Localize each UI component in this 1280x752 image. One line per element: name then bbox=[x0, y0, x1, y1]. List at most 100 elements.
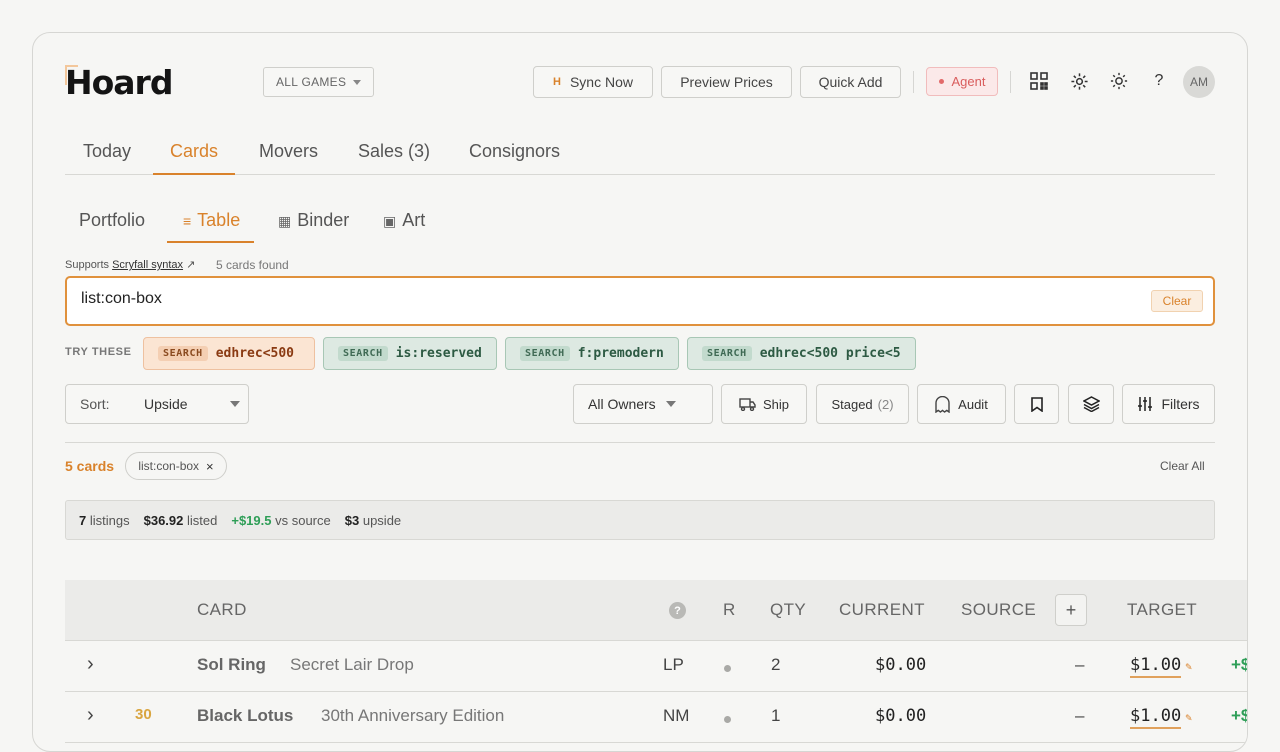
sliders-icon bbox=[1138, 397, 1153, 411]
search-tag: SEARCH bbox=[520, 346, 570, 361]
ghost-icon bbox=[935, 395, 950, 413]
stats-bar: 7 listings $36.92 listed +$19.5 vs sourc… bbox=[65, 500, 1215, 540]
results-found: 5 cards found bbox=[216, 258, 289, 272]
layers-icon bbox=[1082, 396, 1100, 412]
edit-icon: ✎ bbox=[1185, 660, 1192, 673]
card-set: 30th Anniversary Edition bbox=[321, 706, 505, 725]
divider bbox=[913, 71, 914, 93]
search-tag: SEARCH bbox=[702, 346, 752, 361]
expand-chevron-icon[interactable]: › bbox=[87, 653, 94, 676]
grid-icon: ▦ bbox=[278, 213, 292, 229]
sort-select[interactable]: Sort: Upside bbox=[65, 384, 249, 424]
chevron-down-icon bbox=[353, 79, 362, 85]
tab-today[interactable]: Today bbox=[83, 141, 131, 173]
subtab-table[interactable]: ≡ Table bbox=[167, 210, 255, 243]
table-row[interactable]: › 30 Black Lotus 30th Anniversary Editio… bbox=[65, 692, 1247, 743]
main-tabs: Today Cards Movers Sales (3) Consignors bbox=[65, 133, 1215, 175]
divider bbox=[65, 442, 1215, 443]
card-target-price[interactable]: $1.00 ✎ bbox=[1130, 706, 1192, 729]
subtab-portfolio[interactable]: Portfolio bbox=[79, 210, 145, 241]
card-qty[interactable]: 2 bbox=[771, 655, 780, 675]
card-source-price: – bbox=[1075, 655, 1085, 674]
column-target[interactable]: TARGET bbox=[1127, 600, 1197, 620]
chevron-down-icon bbox=[230, 401, 240, 407]
suggestion-chip[interactable]: SEARCH f:premodern bbox=[505, 337, 679, 370]
search-tag: SEARCH bbox=[338, 346, 388, 361]
tab-consignors[interactable]: Consignors bbox=[469, 141, 560, 173]
app-window: Hoard ALL GAMES H Sync Now Preview Price… bbox=[32, 32, 1248, 752]
suggestion-chip[interactable]: SEARCH is:reserved bbox=[323, 337, 497, 370]
card-gain: +$ bbox=[1231, 655, 1247, 674]
game-select[interactable]: ALL GAMES bbox=[263, 67, 374, 97]
table-row[interactable]: › Sol Ring Secret Lair Drop LP 2 $0.00 –… bbox=[65, 641, 1247, 692]
card-qty[interactable]: 1 bbox=[771, 706, 780, 726]
column-current[interactable]: CURRENT bbox=[839, 600, 925, 620]
rarity-dot-icon bbox=[724, 665, 731, 672]
card-condition: LP bbox=[663, 655, 684, 674]
avatar[interactable]: AM bbox=[1183, 66, 1215, 98]
staged-count: (2) bbox=[877, 396, 894, 412]
clear-all-link[interactable]: Clear All bbox=[1160, 459, 1205, 473]
filter-pill[interactable]: list:con-box × bbox=[125, 452, 227, 480]
chevron-down-icon bbox=[665, 401, 676, 407]
list-icon: ≡ bbox=[183, 213, 192, 229]
card-current-price: $0.00 bbox=[875, 706, 927, 726]
suggestion-chip[interactable]: SEARCH edhrec<500 bbox=[143, 337, 315, 370]
sync-now-button[interactable]: H Sync Now bbox=[533, 66, 653, 98]
column-rarity[interactable]: R bbox=[723, 600, 736, 620]
app-logo[interactable]: Hoard bbox=[65, 63, 173, 102]
divider bbox=[1010, 71, 1011, 93]
expand-chevron-icon[interactable]: › bbox=[87, 704, 94, 727]
search-hint: Supports Scryfall syntax ↗ bbox=[65, 259, 196, 271]
staged-button[interactable]: Staged (2) bbox=[816, 384, 909, 424]
table-header: CARD ? R QTY CURRENT SOURCE + TARGET bbox=[65, 580, 1247, 641]
bookmark-button[interactable] bbox=[1014, 384, 1059, 424]
tab-sales[interactable]: Sales (3) bbox=[358, 141, 430, 173]
subtab-art[interactable]: ▣ Art bbox=[383, 210, 425, 241]
ship-button[interactable]: Ship bbox=[721, 384, 807, 424]
suggestion-chip[interactable]: SEARCH edhrec<500 price<5 bbox=[687, 337, 916, 370]
column-source[interactable]: SOURCE bbox=[961, 600, 1036, 620]
card-set: Secret Lair Drop bbox=[290, 655, 414, 674]
suggestions-label: TRY THESE bbox=[65, 346, 132, 358]
tab-cards[interactable]: Cards bbox=[153, 141, 236, 175]
search-tag: SEARCH bbox=[158, 346, 208, 361]
close-icon[interactable]: × bbox=[206, 459, 214, 474]
card-condition: NM bbox=[663, 706, 690, 725]
audit-button[interactable]: Audit bbox=[917, 384, 1006, 424]
hoard-icon: H bbox=[553, 76, 561, 88]
card-current-price: $0.00 bbox=[875, 655, 927, 675]
quick-add-button[interactable]: Quick Add bbox=[800, 66, 901, 98]
subtab-binder[interactable]: ▦ Binder bbox=[278, 210, 349, 241]
external-link-icon: ↗ bbox=[186, 259, 196, 271]
preview-prices-button[interactable]: Preview Prices bbox=[661, 66, 792, 98]
search-box: Clear bbox=[65, 276, 1215, 326]
bookmark-icon bbox=[1030, 396, 1043, 412]
status-dot-icon bbox=[938, 79, 944, 84]
anniversary-badge-icon: 30 bbox=[135, 706, 152, 723]
clear-search-button[interactable]: Clear bbox=[1151, 290, 1203, 312]
add-column-button[interactable]: + bbox=[1055, 594, 1087, 626]
card-name[interactable]: Sol Ring bbox=[197, 655, 266, 675]
search-input[interactable] bbox=[81, 290, 1081, 308]
tab-movers[interactable]: Movers bbox=[259, 141, 318, 173]
help-icon[interactable]: ? bbox=[669, 602, 686, 619]
column-qty[interactable]: QTY bbox=[770, 600, 806, 620]
image-icon: ▣ bbox=[383, 213, 397, 229]
gear-icon[interactable] bbox=[1067, 69, 1091, 93]
sun-icon[interactable] bbox=[1107, 69, 1131, 93]
agent-button[interactable]: Agent bbox=[926, 67, 998, 96]
card-target-price[interactable]: $1.00 ✎ bbox=[1130, 655, 1192, 678]
qr-code-icon[interactable] bbox=[1027, 69, 1051, 93]
help-icon[interactable]: ? bbox=[1147, 69, 1171, 93]
card-name[interactable]: Black Lotus bbox=[197, 706, 293, 726]
owners-select[interactable]: All Owners bbox=[573, 384, 713, 424]
truck-icon bbox=[739, 397, 756, 411]
filters-button[interactable]: Filters bbox=[1122, 384, 1215, 424]
edit-icon: ✎ bbox=[1185, 711, 1192, 724]
card-count: 5 cards bbox=[65, 458, 115, 474]
column-card[interactable]: CARD bbox=[197, 600, 247, 620]
scryfall-syntax-link[interactable]: Scryfall syntax bbox=[112, 259, 183, 271]
card-source-price: – bbox=[1075, 706, 1085, 725]
layers-button[interactable] bbox=[1068, 384, 1114, 424]
